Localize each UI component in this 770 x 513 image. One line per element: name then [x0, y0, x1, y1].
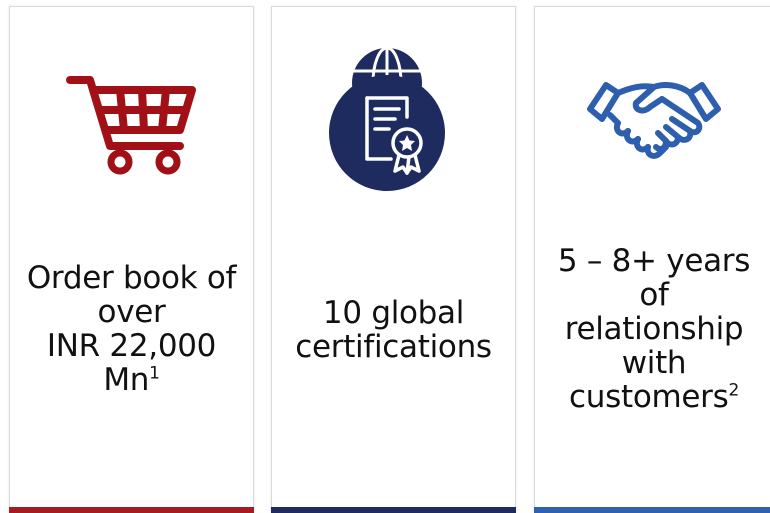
card-accent-bar-red — [9, 507, 254, 513]
handshake-icon — [535, 43, 770, 193]
stat-card-certifications: 10 global certifications — [271, 6, 516, 513]
footnote-marker: 1 — [149, 363, 160, 384]
stat-card-relationships: 5 – 8+ years of relationship with custom… — [534, 6, 770, 513]
global-certificate-icon — [272, 43, 515, 193]
shopping-cart-icon — [10, 43, 253, 193]
certifications-text: 10 global certifications — [295, 295, 492, 365]
stat-card-order-book: Order book of over INR 22,000 Mn1 — [9, 6, 254, 513]
order-book-text: Order book of over INR 22,000 Mn1 — [26, 260, 237, 398]
card-accent-bar-blue — [534, 507, 770, 513]
relationship-text: 5 – 8+ years of relationship with custom… — [557, 243, 751, 415]
card-accent-bar-navy — [271, 507, 516, 513]
footnote-marker: 2 — [728, 380, 739, 401]
